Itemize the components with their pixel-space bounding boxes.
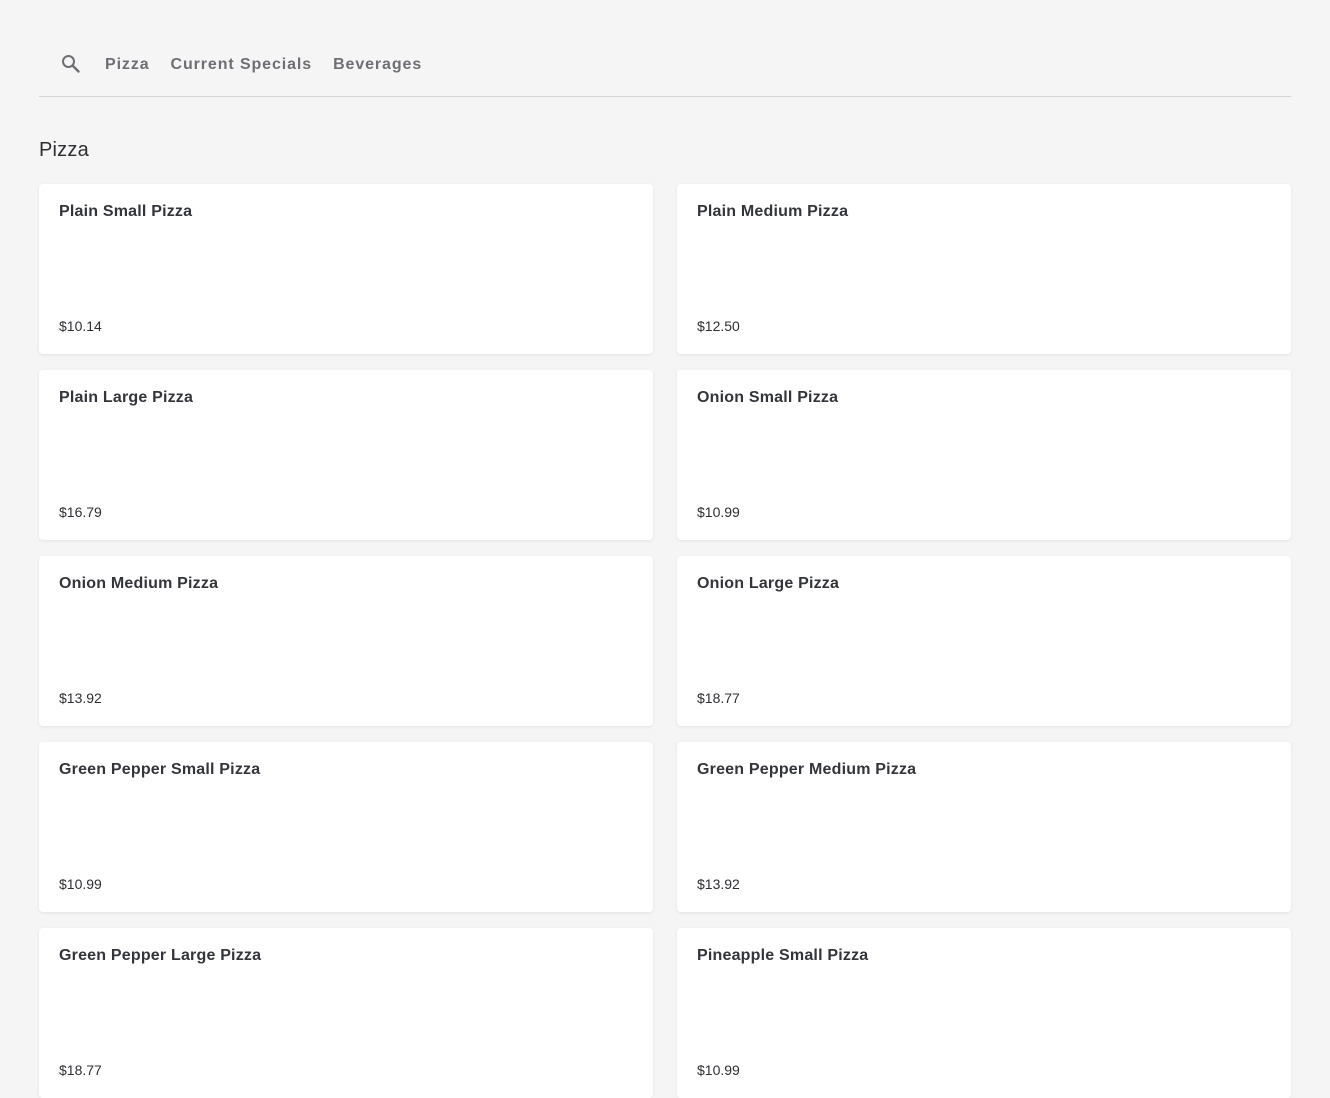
section-title: Pizza [39,139,89,161]
menu-item-price: $10.99 [59,876,102,892]
menu-item-name: Green Pepper Large Pizza [59,947,262,964]
menu-item-name: Plain Medium Pizza [697,203,849,220]
menu-item-name: Pineapple Small Pizza [697,947,869,964]
menu-item-name: Green Pepper Small Pizza [59,761,261,778]
tab-pizza[interactable]: Pizza [105,56,150,84]
menu-item-price: $13.92 [697,876,740,892]
category-nav: Pizza Current Specials Beverages [39,0,1291,97]
menu-item-name: Onion Small Pizza [697,389,839,406]
menu-item-name: Onion Medium Pizza [59,575,219,592]
menu-item-price: $18.77 [59,1062,102,1078]
menu-item-card[interactable]: Pineapple Small Pizza $10.99 [677,928,1291,1098]
tab-current-specials[interactable]: Current Specials [171,56,313,84]
menu-item-card[interactable]: Green Pepper Medium Pizza $13.92 [677,742,1291,912]
menu-item-price: $16.79 [59,504,102,520]
menu-item-card[interactable]: Onion Large Pizza $18.77 [677,556,1291,726]
tab-beverages[interactable]: Beverages [333,56,422,84]
menu-item-card[interactable]: Onion Small Pizza $10.99 [677,370,1291,540]
menu-item-price: $13.92 [59,690,102,706]
menu-item-name: Plain Large Pizza [59,389,194,406]
menu-item-card[interactable]: Green Pepper Large Pizza $18.77 [39,928,653,1098]
menu-item-card[interactable]: Plain Medium Pizza $12.50 [677,184,1291,354]
menu-item-name: Green Pepper Medium Pizza [697,761,917,778]
category-tabs: Pizza Current Specials Beverages [105,56,443,84]
menu-item-card[interactable]: Onion Medium Pizza $13.92 [39,556,653,726]
menu-item-price: $18.77 [697,690,740,706]
menu-item-name: Plain Small Pizza [59,203,193,220]
search-icon[interactable] [59,52,83,76]
menu-item-card[interactable]: Plain Small Pizza $10.14 [39,184,653,354]
menu-item-name: Onion Large Pizza [697,575,840,592]
menu-item-card[interactable]: Plain Large Pizza $16.79 [39,370,653,540]
menu-item-price: $12.50 [697,318,740,334]
menu-item-card[interactable]: Green Pepper Small Pizza $10.99 [39,742,653,912]
menu-item-price: $10.99 [697,504,740,520]
menu-item-grid: Plain Small Pizza $10.14 Plain Medium Pi… [39,184,1291,1098]
menu-item-price: $10.14 [59,318,102,334]
menu-item-price: $10.99 [697,1062,740,1078]
